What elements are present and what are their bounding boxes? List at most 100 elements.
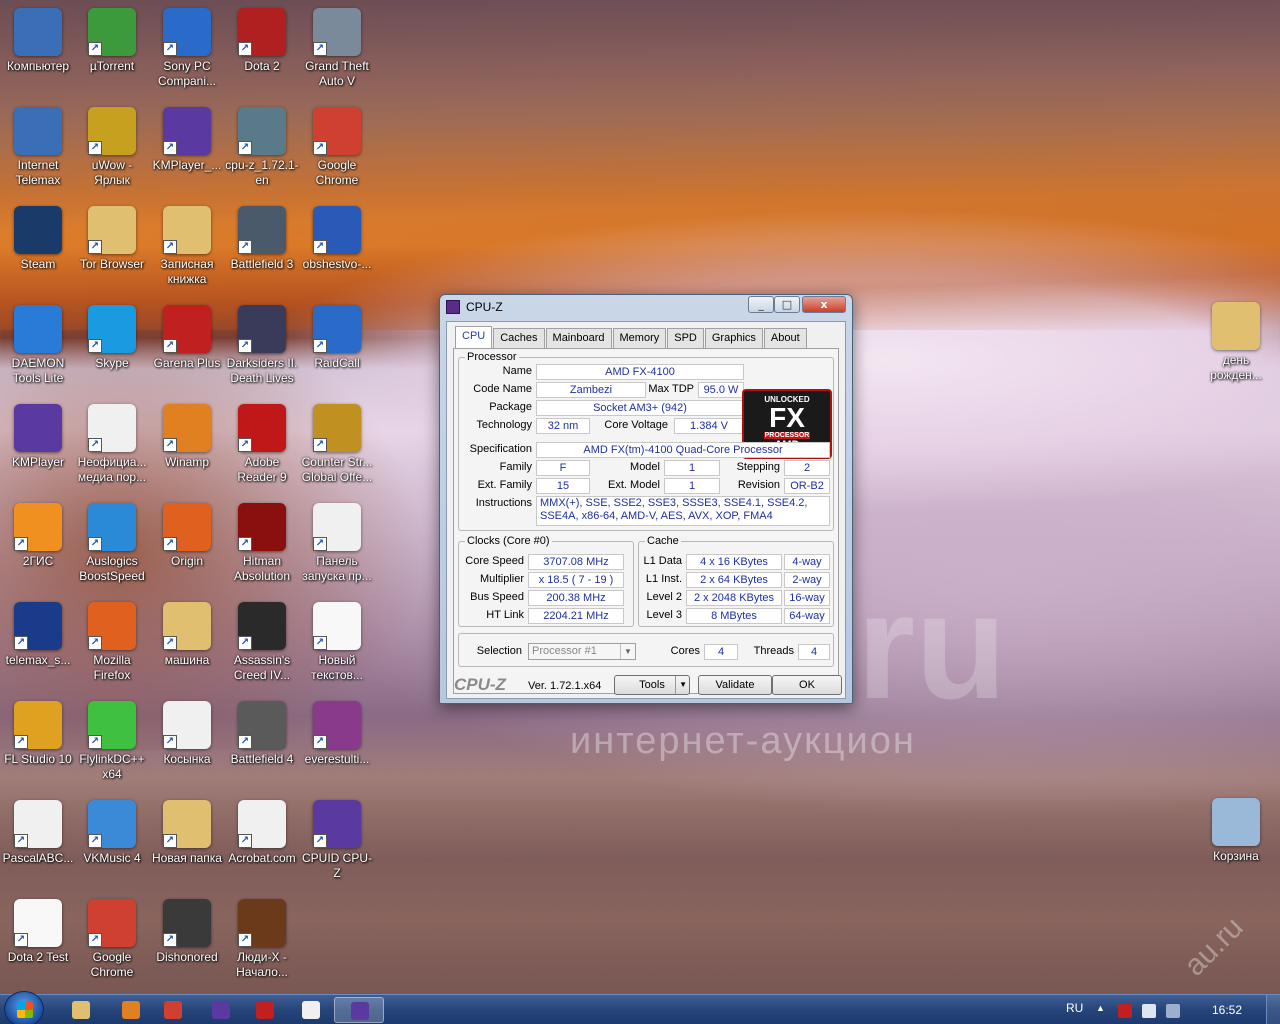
network-icon[interactable] [1142,1004,1156,1018]
model-value: 1 [664,460,720,476]
tab-mainboard[interactable]: Mainboard [545,328,612,348]
start-button[interactable] [4,991,44,1024]
desktop-icon[interactable]: ↗ Acrobat.com [224,800,300,866]
shortcut-arrow-icon: ↗ [14,537,28,551]
desktop-icon[interactable]: Компьютер [0,8,76,74]
app-icon: ↗ [163,899,211,947]
desktop-icon[interactable]: ↗ Google Chrome [299,107,375,188]
desktop-icon[interactable]: ↗ Grand Theft Auto V [299,8,375,89]
desktop-icon[interactable]: ↗ Assassin's Creed IV... [224,602,300,683]
desktop-icon-label: Auslogics BoostSpeed [79,554,145,583]
desktop-icon[interactable]: ↗ машина [149,602,225,668]
desktop-icon[interactable]: ↗ RaidCall [299,305,375,371]
desktop-icon[interactable]: KMPlayer [0,404,76,470]
app-icon: ↗ [163,206,211,254]
language-indicator[interactable]: RU [1066,1001,1083,1015]
maximize-button[interactable]: □ [774,296,800,313]
desktop-icon[interactable]: ↗ 2ГИС [0,503,76,569]
desktop-icon[interactable]: ↗ Люди-Х - Начало... [224,899,300,980]
app-icon: ↗ [88,701,136,749]
desktop-icon[interactable]: ↗ Косынка [149,701,225,767]
desktop-icon[interactable]: ↗ Dota 2 [224,8,300,74]
tab-spd[interactable]: SPD [667,328,704,348]
close-button[interactable]: x [802,296,846,313]
taskbar-app-grid-button[interactable] [286,997,336,1023]
desktop-icon[interactable]: ↗ Darksiders II. Death Lives [224,305,300,386]
tab-cpu[interactable]: CPU [455,326,493,348]
taskbar-app-red-button[interactable] [240,997,290,1023]
desktop-icon[interactable]: ↗ FlylinkDC++ x64 [74,701,150,782]
desktop-icon[interactable]: ↗ Battlefield 3 [224,206,300,272]
desktop-icon[interactable]: день рожден... [1198,302,1274,383]
desktop-icon[interactable]: ↗ Winamp [149,404,225,470]
desktop-icon[interactable]: ↗ FL Studio 10 [0,701,76,767]
desktop-icon[interactable]: ↗ Dota 2 Test [0,899,76,965]
desktop-icon[interactable]: ↗ uWow - Ярлык [74,107,150,188]
desktop-icon[interactable]: ↗ VKMusic 4 [74,800,150,866]
desktop-icon[interactable]: ↗ Skype [74,305,150,371]
desktop-icon[interactable]: ↗ Origin [149,503,225,569]
desktop-icon[interactable]: ↗ Записная книжка [149,206,225,287]
desktop-icon[interactable]: ↗ Sony PC Compani... [149,8,225,89]
desktop-icon[interactable]: ↗ Неофициа... медиа пор... [74,404,150,485]
desktop-icon[interactable]: ↗ Новая папка [149,800,225,866]
desktop-icon-label: uWow - Ярлык [91,158,133,187]
app-icon: ↗ [14,503,62,551]
desktop-icon[interactable]: ↗ cpu-z_1.72.1-en [224,107,300,188]
minimize-button[interactable]: _ [748,296,774,313]
technology-value: 32 nm [536,418,590,434]
tab-memory[interactable]: Memory [612,328,667,348]
desktop-icon[interactable]: ↗ Counter Str... Global Offe... [299,404,375,485]
desktop-icon[interactable]: ↗ Tor Browser [74,206,150,272]
validate-button[interactable]: Validate [698,675,772,695]
taskbar-cpuz-button[interactable] [334,997,384,1023]
processor-select[interactable]: Processor #1 ▼ [528,643,636,660]
cpuz-titlebar[interactable]: CPU-Z _ □ x [440,295,852,319]
taskbar: RU ▲ 16:52 [0,991,1280,1024]
shortcut-arrow-icon: ↗ [163,537,177,551]
desktop-icon[interactable]: ↗ PascalABC... [0,800,76,866]
desktop-icon[interactable]: ↗ everestulti... [299,701,375,767]
desktop-icon-label: Google Chrome [90,950,134,979]
volume-icon[interactable] [1166,1004,1180,1018]
app-icon: ↗ [313,503,361,551]
tab-graphics[interactable]: Graphics [704,328,763,348]
taskbar-kmplayer-button[interactable] [196,997,246,1023]
desktop-icon[interactable]: ↗ Hitman Absolution [224,503,300,584]
corespeed-label: Core Speed [465,555,524,567]
desktop-icon-label: Darksiders II. Death Lives [226,356,298,385]
tab-about[interactable]: About [763,328,807,348]
desktop-icon[interactable]: Корзина [1198,798,1274,864]
tray-expand-icon[interactable]: ▲ [1096,1003,1105,1013]
desktop-icon[interactable]: ↗ Dishonored [149,899,225,965]
desktop-icon[interactable]: ↗ Mozilla Firefox [74,602,150,683]
desktop-icon[interactable]: ↗ Google Chrome [74,899,150,980]
desktop-icon[interactable]: ↗ Новый текстов... [299,602,375,683]
desktop-icon[interactable]: ↗ telemax_s... [0,602,76,668]
desktop-icon[interactable]: ↗ Battlefield 4 [224,701,300,767]
desktop-icon[interactable]: ↗ CPUID CPU-Z [299,800,375,881]
acrobat-tray-icon[interactable] [1118,1004,1132,1018]
desktop-icon[interactable]: ↗ Auslogics BoostSpeed [74,503,150,584]
tools-button[interactable]: Tools ▼ [614,675,690,695]
taskbar-chrome-button[interactable] [148,997,198,1023]
desktop-icon[interactable]: Steam [0,206,76,272]
desktop-icon[interactable]: ↗ KMPlayer_... [149,107,225,173]
shortcut-arrow-icon: ↗ [88,537,102,551]
cpuz-window[interactable]: CPU-Z _ □ x CPU Caches Mainboard Memory … [439,294,853,704]
tab-caches[interactable]: Caches [493,328,545,348]
desktop-icon[interactable]: DAEMON Tools Lite [0,305,76,386]
desktop-icon[interactable]: ↗ Adobe Reader 9 [224,404,300,485]
desktop-icon[interactable]: ↗ Garena Plus [149,305,225,371]
desktop-icon[interactable]: ↗ obshestvo-... [299,206,375,272]
desktop-icon[interactable]: ↗ µTorrent [74,8,150,74]
cpuz-brand: CPU-Z [454,675,506,694]
ok-button[interactable]: OK [772,675,842,695]
app-icon: ↗ [88,107,136,155]
desktop-icon-label: VKMusic 4 [83,851,141,865]
clock[interactable]: 16:52 [1212,1003,1242,1017]
taskbar-explorer-button[interactable] [56,997,106,1023]
desktop-icon[interactable]: Internet Telemax [0,107,76,188]
desktop-icon[interactable]: ↗ Панель запуска пр... [299,503,375,584]
show-desktop-button[interactable] [1266,995,1280,1024]
